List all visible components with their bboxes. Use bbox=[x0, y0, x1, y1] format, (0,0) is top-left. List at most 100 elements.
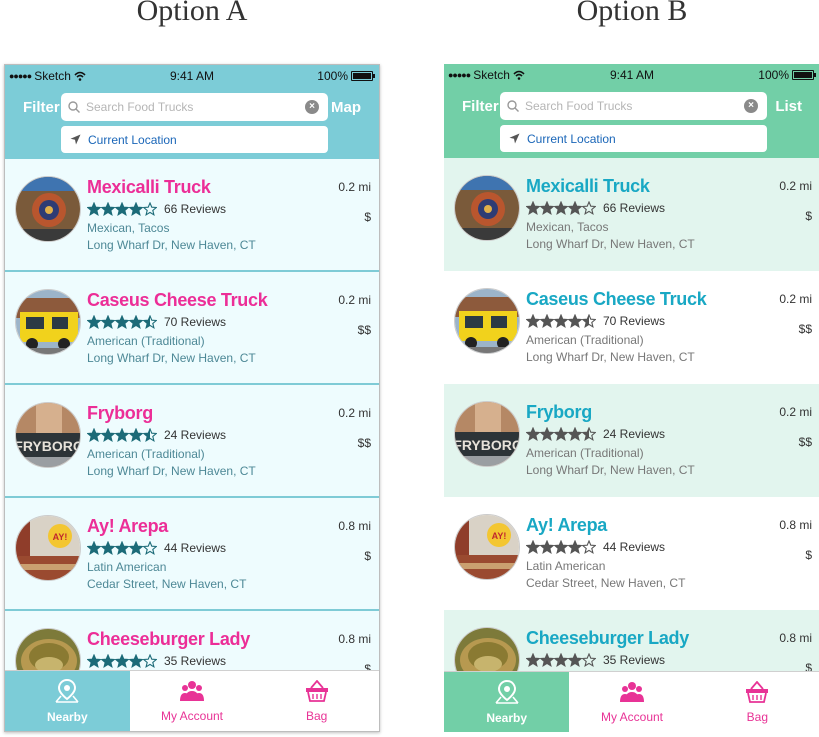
tab-bar: Nearby My Account Bag bbox=[5, 670, 379, 731]
list-item[interactable]: AY! Ay! Arepa 44 Reviews Latin American … bbox=[444, 497, 819, 610]
list-item[interactable]: Mexicalli Truck 66 Reviews Mexican, Taco… bbox=[444, 158, 819, 271]
option-b-title: Option B bbox=[576, 0, 688, 27]
category: Latin American bbox=[87, 560, 167, 574]
people-icon bbox=[180, 680, 204, 709]
review-count: 35 Reviews bbox=[164, 654, 227, 668]
star-icon bbox=[554, 427, 568, 441]
clear-search-icon[interactable]: × bbox=[305, 100, 319, 114]
truck-name[interactable]: Ay! Arepa bbox=[526, 515, 607, 536]
truck-thumbnail: FRYBORG bbox=[454, 401, 520, 467]
star-icon bbox=[115, 541, 129, 555]
star-icon bbox=[143, 428, 157, 442]
svg-text:AY!: AY! bbox=[492, 531, 507, 541]
truck-name[interactable]: Cheeseburger Lady bbox=[526, 628, 689, 649]
location-field[interactable]: Current Location bbox=[61, 126, 328, 153]
filter-button[interactable]: Filter bbox=[462, 98, 499, 115]
star-icon bbox=[526, 201, 540, 215]
tab-label: Bag bbox=[746, 709, 768, 724]
search-input[interactable]: Search Food Trucks × bbox=[61, 93, 328, 121]
star-rating bbox=[526, 427, 596, 441]
tab-label: My Account bbox=[600, 709, 663, 724]
truck-name[interactable]: Mexicalli Truck bbox=[526, 176, 650, 197]
review-count: 66 Reviews bbox=[603, 201, 666, 215]
star-icon bbox=[582, 540, 596, 554]
distance: 0.2 mi bbox=[779, 292, 812, 306]
address: Long Wharf Dr, New Haven, CT bbox=[87, 238, 256, 252]
star-rating bbox=[87, 541, 157, 555]
star-icon bbox=[568, 540, 582, 554]
battery-percent: 100% bbox=[317, 69, 348, 83]
tab-nearby[interactable]: Nearby bbox=[5, 671, 130, 731]
basket-icon bbox=[305, 679, 329, 709]
search-icon bbox=[68, 101, 80, 113]
truck-name[interactable]: Ay! Arepa bbox=[87, 516, 168, 537]
map-pin-icon bbox=[54, 678, 80, 710]
price-level: $ bbox=[805, 548, 812, 562]
map-view-button[interactable]: Map bbox=[331, 99, 361, 116]
list-item[interactable]: AY! Ay! Arepa 44 Reviews Latin American … bbox=[5, 498, 379, 611]
star-icon bbox=[87, 541, 101, 555]
star-icon bbox=[540, 540, 554, 554]
tab-bag[interactable]: Bag bbox=[695, 672, 819, 732]
star-icon bbox=[540, 427, 554, 441]
clear-search-icon[interactable]: × bbox=[744, 99, 758, 113]
svg-text:FRYBORG: FRYBORG bbox=[16, 438, 81, 454]
app-header: ●●●●● Sketch 9:41 AM 100% Filter Search … bbox=[444, 64, 819, 158]
star-icon bbox=[143, 202, 157, 216]
review-count: 66 Reviews bbox=[164, 202, 227, 216]
truck-name[interactable]: Fryborg bbox=[526, 402, 592, 423]
location-label: Current Location bbox=[88, 132, 177, 147]
star-icon bbox=[568, 201, 582, 215]
tab-my-account[interactable]: My Account bbox=[130, 671, 255, 731]
list-item[interactable]: FRYBORG Fryborg 24 Reviews American (Tra… bbox=[444, 384, 819, 497]
truck-name[interactable]: Mexicalli Truck bbox=[87, 177, 211, 198]
star-icon bbox=[143, 315, 157, 329]
rating: 70 Reviews bbox=[87, 315, 226, 329]
map-pin-icon bbox=[494, 679, 520, 711]
star-icon bbox=[101, 654, 115, 668]
price-level: $$ bbox=[798, 322, 812, 336]
star-icon bbox=[129, 202, 143, 216]
address: Long Wharf Dr, New Haven, CT bbox=[87, 351, 256, 365]
distance: 0.2 mi bbox=[338, 293, 371, 307]
star-icon bbox=[115, 315, 129, 329]
truck-name[interactable]: Cheeseburger Lady bbox=[87, 629, 250, 650]
distance: 0.2 mi bbox=[779, 405, 812, 419]
category: Mexican, Tacos bbox=[526, 220, 609, 234]
restaurant-list: Mexicalli Truck 66 Reviews Mexican, Taco… bbox=[444, 158, 819, 723]
truck-name[interactable]: Caseus Cheese Truck bbox=[87, 290, 268, 311]
distance: 0.2 mi bbox=[338, 406, 371, 420]
star-rating bbox=[87, 428, 157, 442]
list-item[interactable]: Mexicalli Truck 66 Reviews Mexican, Taco… bbox=[5, 159, 379, 272]
search-input[interactable]: Search Food Trucks × bbox=[500, 92, 767, 120]
tab-my-account[interactable]: My Account bbox=[569, 672, 694, 732]
truck-name[interactable]: Fryborg bbox=[87, 403, 153, 424]
option-a-title: Option A bbox=[136, 0, 248, 27]
review-count: 24 Reviews bbox=[603, 427, 666, 441]
search-placeholder: Search Food Trucks bbox=[525, 99, 633, 113]
basket-icon bbox=[745, 680, 769, 710]
truck-thumbnail: AY! bbox=[15, 515, 81, 581]
list-item[interactable]: Caseus Cheese Truck 70 Reviews American … bbox=[5, 272, 379, 385]
list-item[interactable]: FRYBORG Fryborg 24 Reviews American (Tra… bbox=[5, 385, 379, 498]
location-arrow-icon bbox=[70, 134, 81, 145]
address: Long Wharf Dr, New Haven, CT bbox=[526, 237, 695, 251]
truck-thumbnail: AY! bbox=[454, 514, 520, 580]
people-icon bbox=[619, 681, 644, 710]
list-item[interactable]: Caseus Cheese Truck 70 Reviews American … bbox=[444, 271, 819, 384]
filter-button[interactable]: Filter bbox=[23, 99, 60, 116]
location-field[interactable]: Current Location bbox=[500, 125, 767, 152]
battery-icon bbox=[792, 70, 816, 80]
star-icon bbox=[568, 653, 582, 667]
list-view-button[interactable]: List bbox=[775, 98, 802, 115]
truck-name[interactable]: Caseus Cheese Truck bbox=[526, 289, 707, 310]
star-icon bbox=[115, 654, 129, 668]
tab-bag[interactable]: Bag bbox=[254, 671, 379, 731]
tab-nearby[interactable]: Nearby bbox=[444, 672, 570, 732]
address: Cedar Street, New Haven, CT bbox=[526, 576, 686, 590]
review-count: 35 Reviews bbox=[603, 653, 666, 667]
star-icon bbox=[526, 653, 540, 667]
category: American (Traditional) bbox=[526, 446, 644, 460]
star-icon bbox=[526, 314, 540, 328]
star-rating bbox=[87, 654, 157, 668]
